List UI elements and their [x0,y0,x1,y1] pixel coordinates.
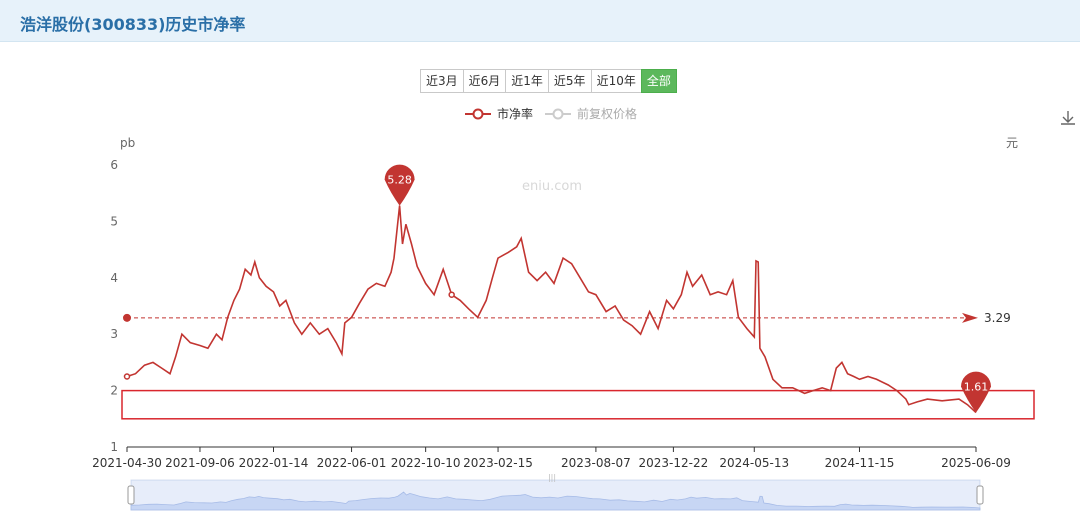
x-tick-label: 2023-12-22 [639,456,709,470]
slider-selected-window [131,480,980,510]
slider-handle-left[interactable] [127,485,135,505]
last-marker: 1.61 [961,371,991,413]
y-tick-label: 1 [110,440,118,454]
max-marker: 5.28 [384,164,415,206]
slider-drag-grip: ||| [548,473,556,482]
highlight-box [121,389,1035,420]
y-tick-label: 3 [110,327,118,341]
data-point-marker [448,291,455,298]
x-tick-label: 2022-01-14 [239,456,309,470]
mean-line-label: 3.29 [984,311,1011,325]
x-axis: 2021-04-30 2021-09-06 2022-01-14 2022-06-01… [92,447,1011,470]
last-marker-label: 1.61 [964,381,989,394]
markers: 5.28 1.61 [123,164,991,413]
x-tick-label: 2021-09-06 [165,456,235,470]
y-left-unit: pb [120,136,135,150]
x-tick-label: 2023-02-15 [463,456,533,470]
slider-handle-right[interactable] [976,485,984,505]
y-axis: 1 2 3 4 5 6 [110,158,118,454]
y-tick-label: 4 [110,271,118,285]
max-marker-label: 5.28 [387,174,412,187]
legend-label-price: 前复权价格 [577,106,637,121]
y-tick-label: 6 [110,158,118,172]
legend: 市净率 前复权价格 [465,106,637,121]
x-tick-label: 2023-08-07 [561,456,631,470]
x-tick-label: 2022-06-01 [317,456,387,470]
y-tick-label: 5 [110,214,118,228]
legend-label-pb: 市净率 [497,106,533,121]
pb-chart: eniu.com 市净率 前复权价格 pb 元 1 2 3 4 5 6 2021-04-3… [92,106,1035,511]
legend-item-pb[interactable]: 市净率 [465,106,533,121]
x-tick-label: 2024-11-15 [825,456,895,470]
x-tick-label: 2022-10-10 [391,456,461,470]
mean-line: 3.29 [123,311,1011,325]
x-tick-label: 2025-06-09 [941,456,1011,470]
datazoom-slider[interactable]: ||| [127,473,984,511]
legend-marker-pb [472,108,484,120]
watermark: eniu.com [522,179,582,194]
data-point-marker [123,373,131,380]
mean-line-arrow [962,312,978,323]
y-right-unit: 元 [1006,136,1018,150]
x-tick-label: 2021-04-30 [92,456,162,470]
y-tick-label: 2 [110,384,118,398]
x-tick-label: 2024-05-13 [719,456,789,470]
series-line-pb [126,205,977,414]
legend-item-price[interactable]: 前复权价格 [545,106,637,121]
legend-marker-price [552,108,564,120]
